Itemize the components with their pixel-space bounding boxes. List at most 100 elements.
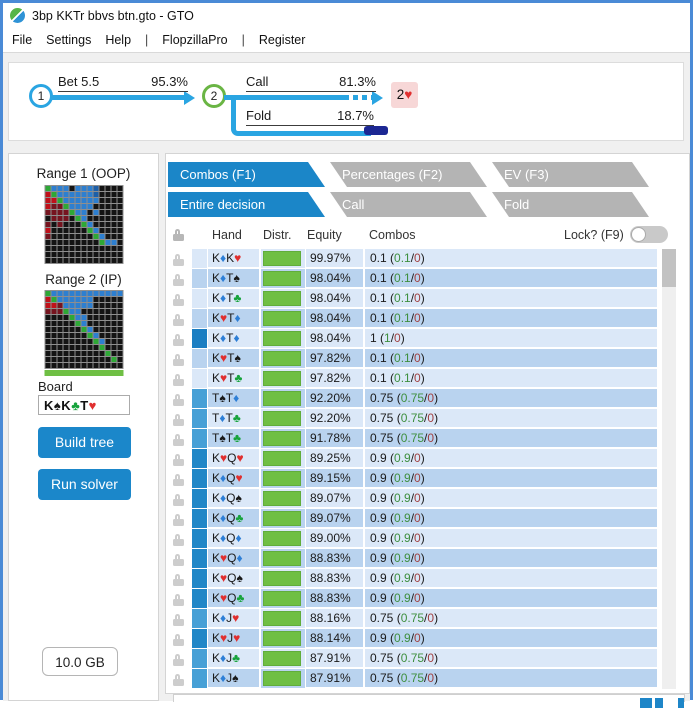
range-cell[interactable] <box>69 198 74 203</box>
range-cell[interactable] <box>105 192 110 197</box>
range-cell[interactable] <box>117 192 122 197</box>
range-cell[interactable] <box>81 351 86 356</box>
range-cell[interactable] <box>111 210 116 215</box>
range-cell[interactable] <box>99 222 104 227</box>
range-cell[interactable] <box>105 228 110 233</box>
range-cell[interactable] <box>69 345 74 350</box>
range-cell[interactable] <box>93 357 98 362</box>
range-cell[interactable] <box>57 303 62 308</box>
range-cell[interactable] <box>81 309 86 314</box>
range-cell[interactable] <box>117 228 122 233</box>
range-cell[interactable] <box>105 321 110 326</box>
table-row[interactable]: T♠T♦92.20%0.75 (0.75/0) <box>166 389 676 409</box>
row-lock-icon[interactable] <box>172 593 186 606</box>
range-cell[interactable] <box>51 351 56 356</box>
range-cell[interactable] <box>87 363 92 368</box>
range-cell[interactable] <box>81 204 86 209</box>
range-cell[interactable] <box>99 297 104 302</box>
range-cell[interactable] <box>45 327 50 332</box>
range-cell[interactable] <box>45 291 50 296</box>
range-cell[interactable] <box>93 252 98 257</box>
range-cell[interactable] <box>93 345 98 350</box>
range-cell[interactable] <box>87 315 92 320</box>
range-cell[interactable] <box>93 321 98 326</box>
table-row[interactable]: K♥Q♣88.83%0.9 (0.9/0) <box>166 589 676 609</box>
range-cell[interactable] <box>111 345 116 350</box>
table-scrollbar[interactable] <box>662 249 676 689</box>
range-cell[interactable] <box>51 363 56 368</box>
range-cell[interactable] <box>45 351 50 356</box>
range-cell[interactable] <box>93 333 98 338</box>
range-cell[interactable] <box>75 240 80 245</box>
range-cell[interactable] <box>45 303 50 308</box>
range-cell[interactable] <box>99 363 104 368</box>
range-cell[interactable] <box>99 357 104 362</box>
range-cell[interactable] <box>111 252 116 257</box>
range-cell[interactable] <box>81 192 86 197</box>
range-cell[interactable] <box>105 198 110 203</box>
range-cell[interactable] <box>117 303 122 308</box>
range-cell[interactable] <box>99 228 104 233</box>
range-cell[interactable] <box>105 210 110 215</box>
range-cell[interactable] <box>87 357 92 362</box>
range-cell[interactable] <box>75 192 80 197</box>
range-cell[interactable] <box>99 216 104 221</box>
range-cell[interactable] <box>117 309 122 314</box>
range-cell[interactable] <box>69 309 74 314</box>
range-cell[interactable] <box>63 363 68 368</box>
range-cell[interactable] <box>81 186 86 191</box>
range-cell[interactable] <box>57 327 62 332</box>
range-cell[interactable] <box>51 240 56 245</box>
range-cell[interactable] <box>81 339 86 344</box>
range-cell[interactable] <box>117 252 122 257</box>
range-cell[interactable] <box>57 252 62 257</box>
range-cell[interactable] <box>93 258 98 263</box>
range-cell[interactable] <box>105 246 110 251</box>
range-cell[interactable] <box>105 216 110 221</box>
range-cell[interactable] <box>99 345 104 350</box>
range-cell[interactable] <box>99 240 104 245</box>
range-cell[interactable] <box>81 327 86 332</box>
row-lock-icon[interactable] <box>172 273 186 286</box>
range-cell[interactable] <box>75 228 80 233</box>
range-cell[interactable] <box>105 339 110 344</box>
range-cell[interactable] <box>105 303 110 308</box>
range-cell[interactable] <box>75 339 80 344</box>
table-row[interactable]: K♦T♣98.04%0.1 (0.1/0) <box>166 289 676 309</box>
range-cell[interactable] <box>111 240 116 245</box>
range-cell[interactable] <box>57 222 62 227</box>
range-cell[interactable] <box>63 252 68 257</box>
range-cell[interactable] <box>117 240 122 245</box>
range-cell[interactable] <box>75 291 80 296</box>
range-cell[interactable] <box>93 186 98 191</box>
range-cell[interactable] <box>81 315 86 320</box>
range-cell[interactable] <box>75 303 80 308</box>
range-cell[interactable] <box>45 240 50 245</box>
range-cell[interactable] <box>51 327 56 332</box>
range-cell[interactable] <box>51 333 56 338</box>
table-row[interactable]: K♦Q♣89.07%0.9 (0.9/0) <box>166 509 676 529</box>
table-row[interactable]: K♦K♥99.97%0.1 (0.1/0) <box>166 249 676 269</box>
range-cell[interactable] <box>69 327 74 332</box>
range-cell[interactable] <box>105 297 110 302</box>
range-cell[interactable] <box>111 327 116 332</box>
range-cell[interactable] <box>75 345 80 350</box>
range2-matrix[interactable] <box>44 290 123 369</box>
range-cell[interactable] <box>99 333 104 338</box>
range-cell[interactable] <box>87 345 92 350</box>
range-cell[interactable] <box>63 258 68 263</box>
range-cell[interactable] <box>75 252 80 257</box>
lock-toggle[interactable] <box>630 226 668 243</box>
row-lock-icon[interactable] <box>172 353 186 366</box>
range-cell[interactable] <box>57 333 62 338</box>
range-cell[interactable] <box>81 345 86 350</box>
range-cell[interactable] <box>99 339 104 344</box>
table-row[interactable]: K♦Q♠89.07%0.9 (0.9/0) <box>166 489 676 509</box>
scrollbar-thumb[interactable] <box>662 249 676 287</box>
range-cell[interactable] <box>99 234 104 239</box>
table-row[interactable]: K♥J♥88.14%0.9 (0.9/0) <box>166 629 676 649</box>
range-cell[interactable] <box>45 222 50 227</box>
range-cell[interactable] <box>117 222 122 227</box>
range-cell[interactable] <box>51 222 56 227</box>
range-cell[interactable] <box>81 210 86 215</box>
